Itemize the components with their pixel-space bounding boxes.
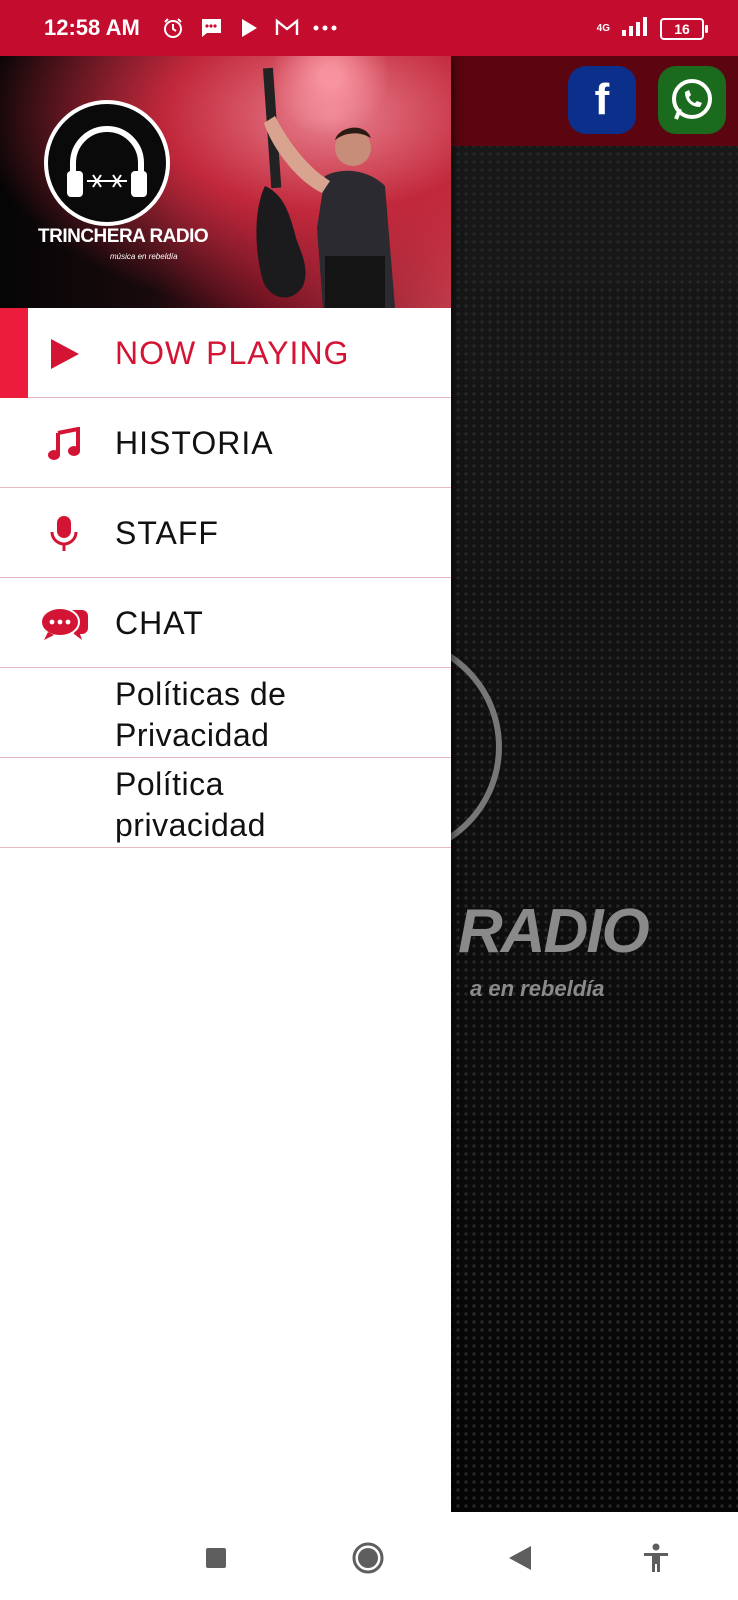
trinchera-radio-logo xyxy=(44,100,170,226)
back-triangle-icon[interactable] xyxy=(502,1540,538,1576)
drawer-header: TRINCHERA RADIO música en rebeldía xyxy=(0,56,451,308)
background-logo-tagline: a en rebeldía xyxy=(470,976,605,1001)
background-logo-text: RADIO xyxy=(458,897,650,966)
accessibility-icon[interactable] xyxy=(638,1540,674,1576)
home-circle-icon[interactable] xyxy=(350,1540,386,1576)
menu-item-label: HISTORIA xyxy=(115,425,274,461)
play-icon xyxy=(46,336,82,372)
menu-item-label: STAFF xyxy=(115,515,219,551)
more-dots-icon xyxy=(312,17,338,39)
microphone-icon xyxy=(46,516,82,552)
menu-item-label: Política privacidad xyxy=(115,766,266,843)
alarm-icon xyxy=(160,17,186,39)
menu-item-label: Políticas de Privacidad xyxy=(115,676,287,753)
menu-item-label: CHAT xyxy=(115,605,204,641)
music-note-icon xyxy=(46,426,82,462)
network-type: 4G xyxy=(596,22,610,34)
navigation-drawer: TRINCHERA RADIO música en rebeldía NOW P… xyxy=(0,56,451,1512)
menu-item-now-playing[interactable]: NOW PLAYING xyxy=(0,308,451,398)
status-time: 12:58 AM xyxy=(44,15,140,40)
menu-item-chat[interactable]: CHAT xyxy=(0,578,451,668)
signal-icon xyxy=(620,16,650,41)
menu-item-politicas-de-privacidad[interactable]: Políticas de Privacidad xyxy=(0,668,451,758)
logo-title: TRINCHERA RADIO xyxy=(38,226,209,247)
guitarist-image xyxy=(256,67,395,308)
chat-bubbles-icon xyxy=(40,606,88,642)
drawer-menu: NOW PLAYING HISTORIA STAFF CHAT Política… xyxy=(0,308,451,848)
recents-square-icon[interactable] xyxy=(198,1540,234,1576)
logo-tagline: música en rebeldía xyxy=(110,252,178,261)
system-nav-bar xyxy=(0,1512,738,1600)
status-bar: 12:58 AM 4G 16 xyxy=(0,0,738,56)
menu-item-label: NOW PLAYING xyxy=(115,335,350,371)
menu-item-politica-privacidad[interactable]: Política privacidad xyxy=(0,758,451,848)
gmail-icon xyxy=(274,17,300,39)
battery-icon: 16 xyxy=(660,17,708,40)
message-icon xyxy=(198,17,224,39)
whatsapp-icon[interactable] xyxy=(658,66,726,134)
menu-item-historia[interactable]: HISTORIA xyxy=(0,398,451,488)
menu-item-staff[interactable]: STAFF xyxy=(0,488,451,578)
play-icon xyxy=(236,17,262,39)
facebook-icon[interactable]: f xyxy=(568,66,636,134)
